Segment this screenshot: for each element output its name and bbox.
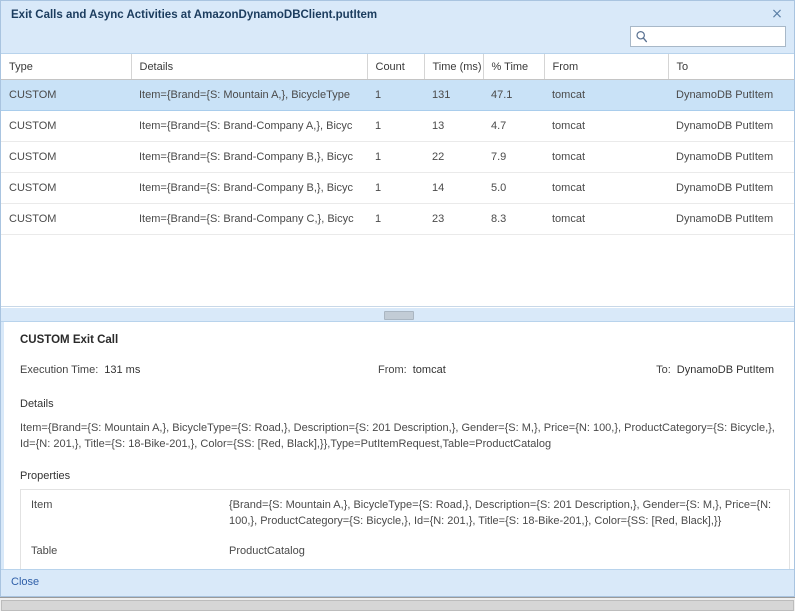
to-label: To: — [656, 364, 671, 376]
cell-type: CUSTOM — [1, 110, 131, 142]
to-group: To: DynamoDB PutItem — [656, 364, 774, 376]
panel-splitter[interactable] — [1, 307, 794, 322]
cell-pct: 8.3 — [483, 203, 544, 235]
from-value: tomcat — [412, 364, 446, 376]
cell-time: 14 — [424, 172, 483, 204]
execution-time-value: 131 ms — [104, 364, 141, 376]
search-input[interactable] — [651, 27, 783, 48]
to-value: DynamoDB PutItem — [676, 364, 774, 376]
cell-to: DynamoDB PutItem — [668, 203, 794, 235]
exit-call-detail-panel: CUSTOM Exit Call Execution Time: 131 ms F… — [1, 322, 794, 569]
table-body: CUSTOM Item={Brand={S: Mountain A,}, Bic… — [1, 79, 794, 235]
cell-type: CUSTOM — [1, 203, 131, 235]
column-header-details[interactable]: Details — [131, 54, 368, 80]
cell-details: Item={Brand={S: Brand-Company B,}, Bicyc — [131, 172, 367, 204]
cell-to: DynamoDB PutItem — [668, 79, 794, 111]
exit-calls-grid-area: Type Details Count Time (ms) % Time From… — [1, 54, 794, 307]
search-icon — [636, 30, 648, 43]
from-group: From: tomcat — [378, 364, 446, 376]
cell-type: CUSTOM — [1, 79, 131, 111]
close-button[interactable]: Close — [11, 576, 39, 588]
column-header-time[interactable]: Time (ms) — [424, 54, 484, 80]
cell-count: 1 — [367, 172, 424, 204]
column-header-to[interactable]: To — [668, 54, 794, 80]
cell-to: DynamoDB PutItem — [668, 110, 794, 142]
dialog-footer: Close — [1, 569, 794, 596]
properties-section-label: Properties — [20, 470, 71, 482]
cell-count: 1 — [367, 203, 424, 235]
property-row: Table ProductCatalog — [21, 536, 790, 566]
execution-time-group: Execution Time: 131 ms — [20, 364, 140, 376]
table-header-row: Type Details Count Time (ms) % Time From… — [1, 54, 794, 80]
cell-pct: 5.0 — [483, 172, 544, 204]
column-header-type[interactable]: Type — [1, 54, 132, 80]
properties-table: Item {Brand={S: Mountain A,}, BicycleTyp… — [20, 489, 790, 569]
cell-time: 23 — [424, 203, 483, 235]
cell-count: 1 — [367, 79, 424, 111]
cell-from: tomcat — [544, 203, 668, 235]
search-box[interactable] — [630, 26, 786, 48]
cell-details: Item={Brand={S: Mountain A,}, BicycleTyp… — [131, 79, 367, 111]
detail-summary-row: Execution Time: 131 ms From: tomcat To: Dyn… — [20, 364, 778, 378]
execution-time-label: Execution Time: — [20, 364, 99, 376]
column-header-from[interactable]: From — [544, 54, 669, 80]
detail-title: CUSTOM Exit Call — [20, 334, 119, 346]
cell-details: Item={Brand={S: Brand-Company B,}, Bicyc — [131, 141, 367, 173]
property-row: Item {Brand={S: Mountain A,}, BicycleTyp… — [21, 490, 790, 537]
exit-calls-dialog: Exit Calls and Async Activities at Amazo… — [0, 0, 795, 597]
exit-calls-table: Type Details Count Time (ms) % Time From… — [1, 54, 794, 235]
cell-type: CUSTOM — [1, 141, 131, 173]
table-row[interactable]: CUSTOM Item={Brand={S: Mountain A,}, Bic… — [1, 79, 794, 111]
cell-from: tomcat — [544, 141, 668, 173]
column-header-count[interactable]: Count — [367, 54, 425, 80]
cell-details: Item={Brand={S: Brand-Company A,}, Bicyc — [131, 110, 367, 142]
cell-time: 22 — [424, 141, 483, 173]
cell-from: tomcat — [544, 110, 668, 142]
cell-pct: 47.1 — [483, 79, 544, 111]
cell-type: CUSTOM — [1, 172, 131, 204]
cell-from: tomcat — [544, 79, 668, 111]
property-key: Item — [31, 499, 53, 511]
cell-pct: 7.9 — [483, 141, 544, 173]
cell-time: 13 — [424, 110, 483, 142]
cell-to: DynamoDB PutItem — [668, 172, 794, 204]
dialog-titlebar: Exit Calls and Async Activities at Amazo… — [1, 1, 794, 54]
horizontal-scrollbar[interactable] — [0, 597, 795, 611]
details-text: Item={Brand={S: Mountain A,}, BicycleTyp… — [20, 422, 775, 450]
property-value: {Brand={S: Mountain A,}, BicycleType={S:… — [229, 499, 772, 527]
property-key: Table — [31, 545, 58, 557]
table-row[interactable]: CUSTOM Item={Brand={S: Brand-Company A,}… — [1, 110, 794, 142]
dialog-title: Exit Calls and Async Activities at Amazo… — [11, 9, 378, 21]
cell-time: 131 — [424, 79, 483, 111]
cell-details: Item={Brand={S: Brand-Company C,}, Bicyc — [131, 203, 367, 235]
horizontal-scrollbar-thumb[interactable] — [1, 600, 794, 611]
table-row[interactable]: CUSTOM Item={Brand={S: Brand-Company B,}… — [1, 172, 794, 204]
table-row[interactable]: CUSTOM Item={Brand={S: Brand-Company C,}… — [1, 203, 794, 235]
column-header-pct[interactable]: % Time — [483, 54, 545, 80]
cell-count: 1 — [367, 110, 424, 142]
splitter-grip-icon[interactable] — [383, 311, 414, 320]
property-value: ProductCatalog — [229, 545, 305, 557]
details-section-label: Details — [20, 398, 54, 410]
from-label: From: — [378, 364, 407, 376]
cell-count: 1 — [367, 141, 424, 173]
close-icon[interactable]: × — [770, 7, 784, 21]
cell-pct: 4.7 — [483, 110, 544, 142]
table-row[interactable]: CUSTOM Item={Brand={S: Brand-Company B,}… — [1, 141, 794, 173]
cell-from: tomcat — [544, 172, 668, 204]
cell-to: DynamoDB PutItem — [668, 141, 794, 173]
